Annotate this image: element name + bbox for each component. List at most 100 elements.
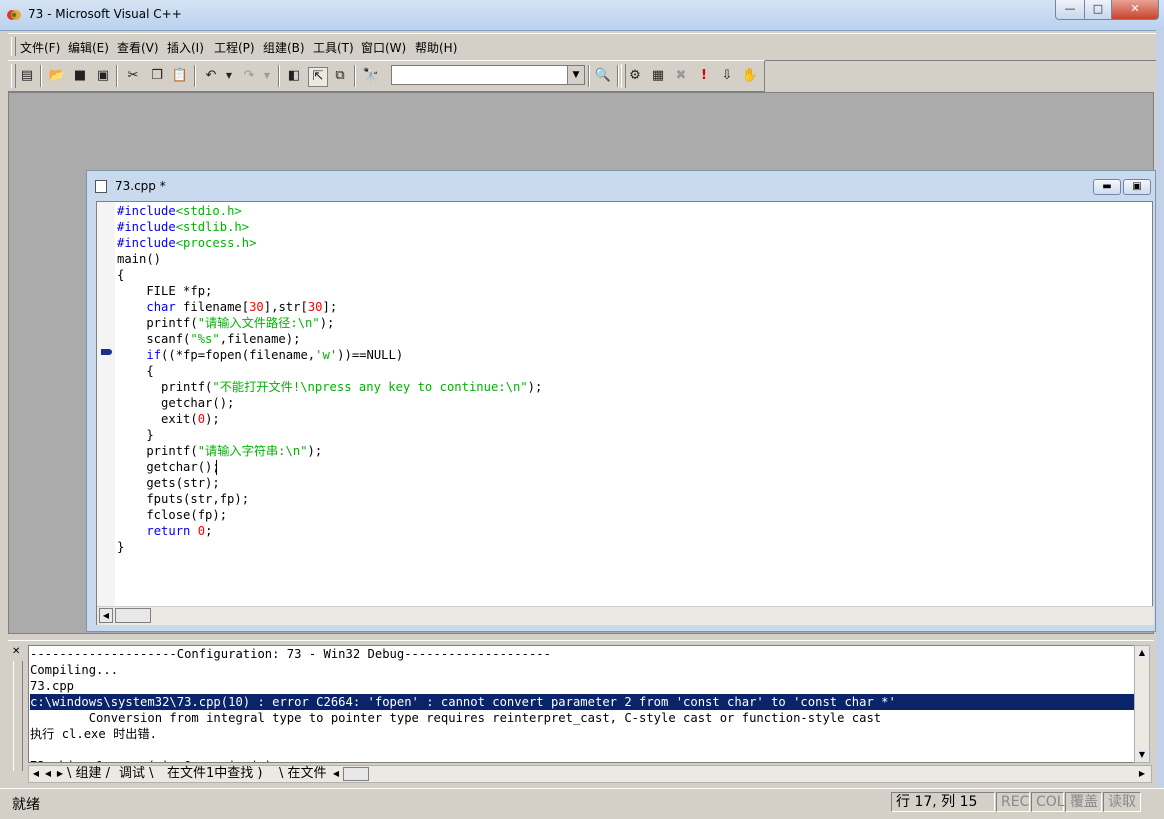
scroll-up-icon[interactable]: ▲ [1135,646,1149,660]
code-line[interactable]: getchar(); [117,459,542,475]
undo-dropdown-icon[interactable]: ▼ [220,67,238,85]
output-line[interactable]: 执行 cl.exe 时出错. [30,726,1134,742]
output-icon[interactable]: ⇱ [308,67,328,87]
code-line[interactable]: } [117,427,542,443]
menu-file[interactable]: 文件(F) [20,39,60,56]
copy-icon[interactable]: ❐ [148,67,166,85]
code-line[interactable]: printf("不能打开文件!\npress any key to contin… [117,379,542,395]
window-title: 73 - Microsoft Visual C++ [28,7,182,21]
code-line[interactable]: { [117,363,542,379]
doc-restore-button[interactable]: ▣ [1123,179,1151,195]
code-line[interactable]: return 0; [117,523,542,539]
build-icon[interactable]: ▦ [649,67,667,85]
code-line[interactable]: printf("请输入文件路径:\n"); [117,315,542,331]
document-window: 73.cpp * ▬ ▣ #include<stdio.h> #include<s… [86,170,1156,632]
menu-window[interactable]: 窗口(W) [361,39,406,56]
code-line[interactable]: FILE *fp; [117,283,542,299]
window-list-icon[interactable]: ⧉ [331,67,349,85]
tab-build[interactable]: \ 组建 / [67,766,110,782]
scroll-left-icon[interactable]: ◀ [99,608,113,623]
find-combo[interactable]: ▼ [391,65,585,85]
chevron-down-icon[interactable]: ▼ [567,66,584,84]
find-in-files-icon[interactable]: 🔭 [362,67,380,85]
code-line[interactable]: char filename[30],str[30]; [117,299,542,315]
menu-help[interactable]: 帮助(H) [415,39,457,56]
go-icon[interactable]: ⇩ [718,67,736,85]
save-icon[interactable]: ■ [71,67,89,85]
code-line[interactable]: #include<stdlib.h> [117,219,542,235]
tab-scroll-left-icon[interactable]: ◀ [331,767,341,781]
new-text-file-icon[interactable]: ▤ [18,67,36,85]
output-line[interactable]: Compiling... [30,662,1134,678]
code-line[interactable]: printf("请输入字符串:\n"); [117,443,542,459]
find-icon[interactable]: 🔍 [594,67,612,85]
build-output[interactable]: --------------------Configuration: 73 - … [28,645,1136,763]
scroll-down-icon[interactable]: ▼ [1135,748,1149,762]
code-line[interactable]: getchar(); [117,395,542,411]
output-vertical-scrollbar[interactable]: ▲ ▼ [1134,645,1150,763]
output-tab-strip: ◀ ◀ ▶ \ 组建 / 调试 \ 在文件1中查找 ) \ 在文件 ◀ ▶ [28,765,1152,783]
toolbar-grip[interactable] [11,64,16,88]
workspace-icon[interactable]: ◧ [285,67,303,85]
code-line[interactable]: gets(str); [117,475,542,491]
tab-debug[interactable]: 调试 \ [119,766,154,782]
menubar-grip[interactable] [11,37,16,56]
source-code[interactable]: #include<stdio.h> #include<stdlib.h> #incl… [117,203,542,555]
tab-prev-icon[interactable]: ◀ [43,767,53,781]
menu-edit[interactable]: 编辑(E) [68,39,109,56]
open-icon[interactable]: 📂 [48,67,66,85]
output-pane-grip[interactable] [13,661,23,771]
editor-horizontal-scrollbar[interactable]: ◀ [97,606,1154,625]
output-line[interactable] [30,742,1134,758]
output-line[interactable]: Conversion from integral type to pointer… [30,710,1134,726]
doc-minimize-button[interactable]: ▬ [1093,179,1121,195]
code-token: ))==NULL) [337,348,404,362]
menu-view[interactable]: 查看(V) [117,39,159,56]
tab-find-in-files-2[interactable]: \ 在文件 [279,766,327,782]
code-token: { [117,268,125,282]
code-token: ,filename); [219,332,301,346]
tab-scroll-right-icon[interactable]: ▶ [1137,767,1147,781]
code-line[interactable]: scanf("%s",filename); [117,331,542,347]
compile-icon[interactable]: ⚙ [626,67,644,85]
tab-next-icon[interactable]: ▶ [55,767,65,781]
maximize-button[interactable]: □ [1084,0,1112,20]
menu-insert[interactable]: 插入(I) [167,39,204,56]
code-line[interactable]: { [117,267,542,283]
tab-first-icon[interactable]: ◀ [31,767,41,781]
editor-gutter[interactable] [97,202,115,606]
menu-project[interactable]: 工程(P) [214,39,255,56]
code-editor[interactable]: #include<stdio.h> #include<stdlib.h> #incl… [96,201,1154,625]
output-line[interactable]: 73.obj - 1 error(s), 0 warning(s) [30,758,1134,762]
code-line[interactable]: #include<process.h> [117,235,542,251]
menu-build[interactable]: 组建(B) [263,39,305,56]
output-line[interactable]: --------------------Configuration: 73 - … [30,646,1134,662]
code-token: } [117,428,154,442]
tab-scroll-thumb[interactable] [343,767,369,781]
stop-build-icon[interactable]: ✖ [672,67,690,85]
scrollbar-thumb[interactable] [115,608,151,623]
code-line[interactable]: fclose(fp); [117,507,542,523]
cut-icon[interactable]: ✂ [124,67,142,85]
code-line[interactable]: if((*fp=fopen(filename,'w'))==NULL) [117,347,542,363]
minimize-button[interactable]: — [1055,0,1085,20]
save-all-icon[interactable]: ▣ [94,67,112,85]
execute-icon[interactable]: ! [695,67,713,85]
code-line[interactable]: exit(0); [117,411,542,427]
close-button[interactable]: ✕ [1111,0,1159,20]
tab-find-in-files-1[interactable]: 在文件1中查找 ) [167,766,263,782]
paste-icon[interactable]: 📋 [171,67,189,85]
code-line[interactable]: fputs(str,fp); [117,491,542,507]
output-line[interactable]: 73.cpp [30,678,1134,694]
menu-tools[interactable]: 工具(T) [313,39,354,56]
output-line-selected[interactable]: c:\windows\system32\73.cpp(10) : error C… [30,694,1134,710]
close-icon[interactable]: ✕ [12,647,22,657]
code-line[interactable]: } [117,539,542,555]
code-line[interactable]: main() [117,251,542,267]
code-line[interactable]: #include<stdio.h> [117,203,542,219]
code-token: ); [307,444,323,458]
redo-icon[interactable]: ↷ [240,67,258,85]
undo-icon[interactable]: ↶ [202,67,220,85]
redo-dropdown-icon[interactable]: ▼ [258,67,276,85]
breakpoint-hand-icon[interactable]: ✋ [741,67,759,85]
